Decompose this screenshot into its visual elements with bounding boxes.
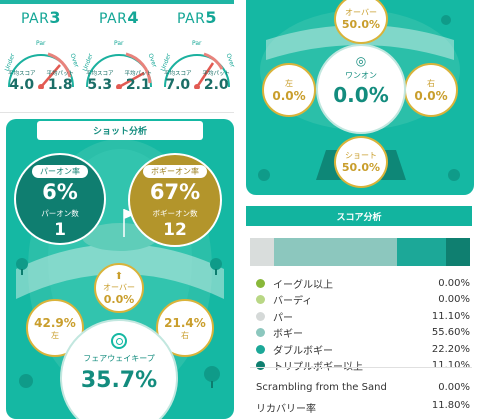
recovery-row: リカバリー率 11.80% bbox=[256, 400, 470, 415]
section-divider bbox=[0, 112, 234, 113]
avg-score-value: 5.3 bbox=[87, 77, 113, 93]
fairway-right-value: 21.4% bbox=[164, 315, 206, 330]
legend-row: ボギー 55.60% bbox=[256, 325, 470, 342]
fairway-keep-label: フェアウェイキープ bbox=[83, 354, 155, 363]
par5-gauge: Under Par Over 平均スコア 7.0 平均パット 2.0 bbox=[160, 29, 236, 93]
par4-card: PAR4 Under Par Over 平均スコア 5.3 平均パット 2.1 bbox=[80, 8, 158, 93]
par4-title: PAR4 bbox=[99, 8, 139, 27]
avg-score-label: 平均スコア bbox=[164, 71, 192, 77]
avg-putt-label: 平均パット bbox=[46, 71, 74, 77]
bogey-on-rate-label: ボギーオン率 bbox=[143, 165, 207, 178]
avg-score-value: 4.0 bbox=[9, 77, 35, 93]
avg-score-label: 平均スコア bbox=[8, 71, 36, 77]
legend-row: バーディ 0.00% bbox=[256, 292, 470, 309]
legend-row: トリプルボギー以上11.10% bbox=[256, 358, 470, 375]
green-short-label: ショート bbox=[345, 151, 377, 160]
avg-score-value: 7.0 bbox=[165, 77, 191, 93]
green-right-label: 右 bbox=[427, 78, 435, 88]
flag-hole-icon: ◎ bbox=[355, 54, 367, 68]
legend-row: ダブルボギー 22.20% bbox=[256, 341, 470, 358]
green-over-label: オーバー bbox=[345, 8, 377, 17]
avg-putt-value: 2.0 bbox=[203, 77, 229, 93]
score-bar-segment bbox=[250, 238, 275, 266]
score-distribution-bar bbox=[250, 238, 470, 266]
legend-row: パー 11.10% bbox=[256, 308, 470, 325]
arrow-up-icon: ⬆ bbox=[114, 270, 124, 282]
green-left-label: 左 bbox=[285, 78, 293, 88]
legend-dot bbox=[256, 328, 265, 338]
fairway-keep-value: 35.7% bbox=[80, 368, 158, 393]
green-right-value: 0.0% bbox=[414, 88, 448, 103]
legend-dot bbox=[256, 278, 265, 288]
bogey-on-rate-value: 67% bbox=[149, 180, 201, 204]
legend-dot bbox=[256, 295, 265, 305]
gauge-par-label: Par bbox=[36, 40, 46, 47]
fairway-over-card: ⬆ オーバー 0.0% bbox=[94, 263, 144, 313]
par5-card: PAR5 Under Par Over 平均スコア 7.0 平均パット 2.0 bbox=[158, 8, 236, 93]
scrambling-row: Scrambling from the Sand 0.00% bbox=[256, 382, 470, 393]
green-analysis-panel: オーバー 50.0% 左 0.0% 右 0.0% ◎ ワンオン 0.0% ショー… bbox=[246, 0, 474, 195]
one-on-value: 0.0% bbox=[333, 83, 389, 107]
par-on-rate-card: パーオン率 6% パーオン数 1 bbox=[14, 153, 106, 245]
avg-putt-value: 2.1 bbox=[125, 77, 151, 93]
green-right-card: 右 0.0% bbox=[404, 63, 458, 117]
par-on-count-value: 1 bbox=[54, 220, 66, 240]
score-divider bbox=[250, 367, 472, 368]
score-analysis-header: スコア分析 bbox=[246, 206, 472, 226]
avg-putt-label: 平均パット bbox=[124, 71, 152, 77]
top-accent-bar bbox=[0, 0, 234, 4]
shot-analysis-header: ショット分析 bbox=[6, 119, 234, 141]
par-on-rate-label: パーオン率 bbox=[32, 165, 88, 178]
fairway-left-label: 左 bbox=[51, 330, 59, 340]
legend-dot bbox=[256, 311, 265, 321]
target-icon bbox=[111, 333, 127, 349]
par3-gauge: Under Par Over 平均スコア 4.0 平均パット 1.8 bbox=[4, 29, 80, 93]
par3-title: PAR3 bbox=[21, 8, 61, 27]
green-short-card: ショート 50.0% bbox=[334, 136, 388, 188]
bogey-on-rate-card: ボギーオン率 67% ボギーオン数 12 bbox=[128, 153, 222, 247]
green-short-value: 50.0% bbox=[341, 161, 381, 174]
score-bar-segment bbox=[445, 238, 470, 266]
par-on-count-label: パーオン数 bbox=[41, 209, 79, 218]
fairway-over-label: オーバー bbox=[103, 282, 135, 292]
score-bar-segment bbox=[274, 238, 397, 266]
fairway-right-label: 右 bbox=[181, 330, 189, 340]
avg-putt-value: 1.8 bbox=[47, 77, 73, 93]
app-root: PAR3 Under Par Over 平均スコア 4.0 平均パット 1.8 PA… bbox=[0, 0, 480, 419]
score-bar-segment bbox=[396, 238, 446, 266]
par5-title: PAR5 bbox=[177, 8, 217, 27]
fairway-over-value: 0.0% bbox=[103, 292, 135, 306]
par3-card: PAR3 Under Par Over 平均スコア 4.0 平均パット 1.8 bbox=[2, 8, 80, 93]
bogey-on-count-value: 12 bbox=[163, 220, 187, 240]
avg-putt-label: 平均パット bbox=[202, 71, 230, 77]
one-on-label: ワンオン bbox=[345, 71, 377, 80]
shot-analysis-panel: ショット分析 パーオン率 6% パーオン数 1 ボギーオン率 67% ボギーオン… bbox=[6, 119, 234, 419]
fairway-left-value: 42.9% bbox=[34, 315, 76, 330]
legend-dot bbox=[256, 344, 265, 354]
green-over-value: 50.0% bbox=[341, 18, 381, 31]
legend-row: イーグル以上 0.00% bbox=[256, 275, 470, 292]
one-on-card: ◎ ワンオン 0.0% bbox=[316, 44, 406, 134]
score-legend: イーグル以上 0.00% バーディ 0.00% パー 11.10% ボギー 55.60%… bbox=[256, 275, 470, 374]
green-left-card: 左 0.0% bbox=[262, 63, 316, 117]
legend-dot bbox=[256, 361, 265, 371]
bogey-on-count-label: ボギーオン数 bbox=[152, 209, 198, 218]
avg-score-label: 平均スコア bbox=[86, 71, 114, 77]
gauge-par-label: Par bbox=[192, 40, 202, 47]
gauge-par-label: Par bbox=[114, 40, 124, 47]
green-left-value: 0.0% bbox=[272, 88, 306, 103]
par4-gauge: Under Par Over 平均スコア 5.3 平均パット 2.1 bbox=[82, 29, 158, 93]
par-on-rate-value: 6% bbox=[42, 180, 78, 204]
